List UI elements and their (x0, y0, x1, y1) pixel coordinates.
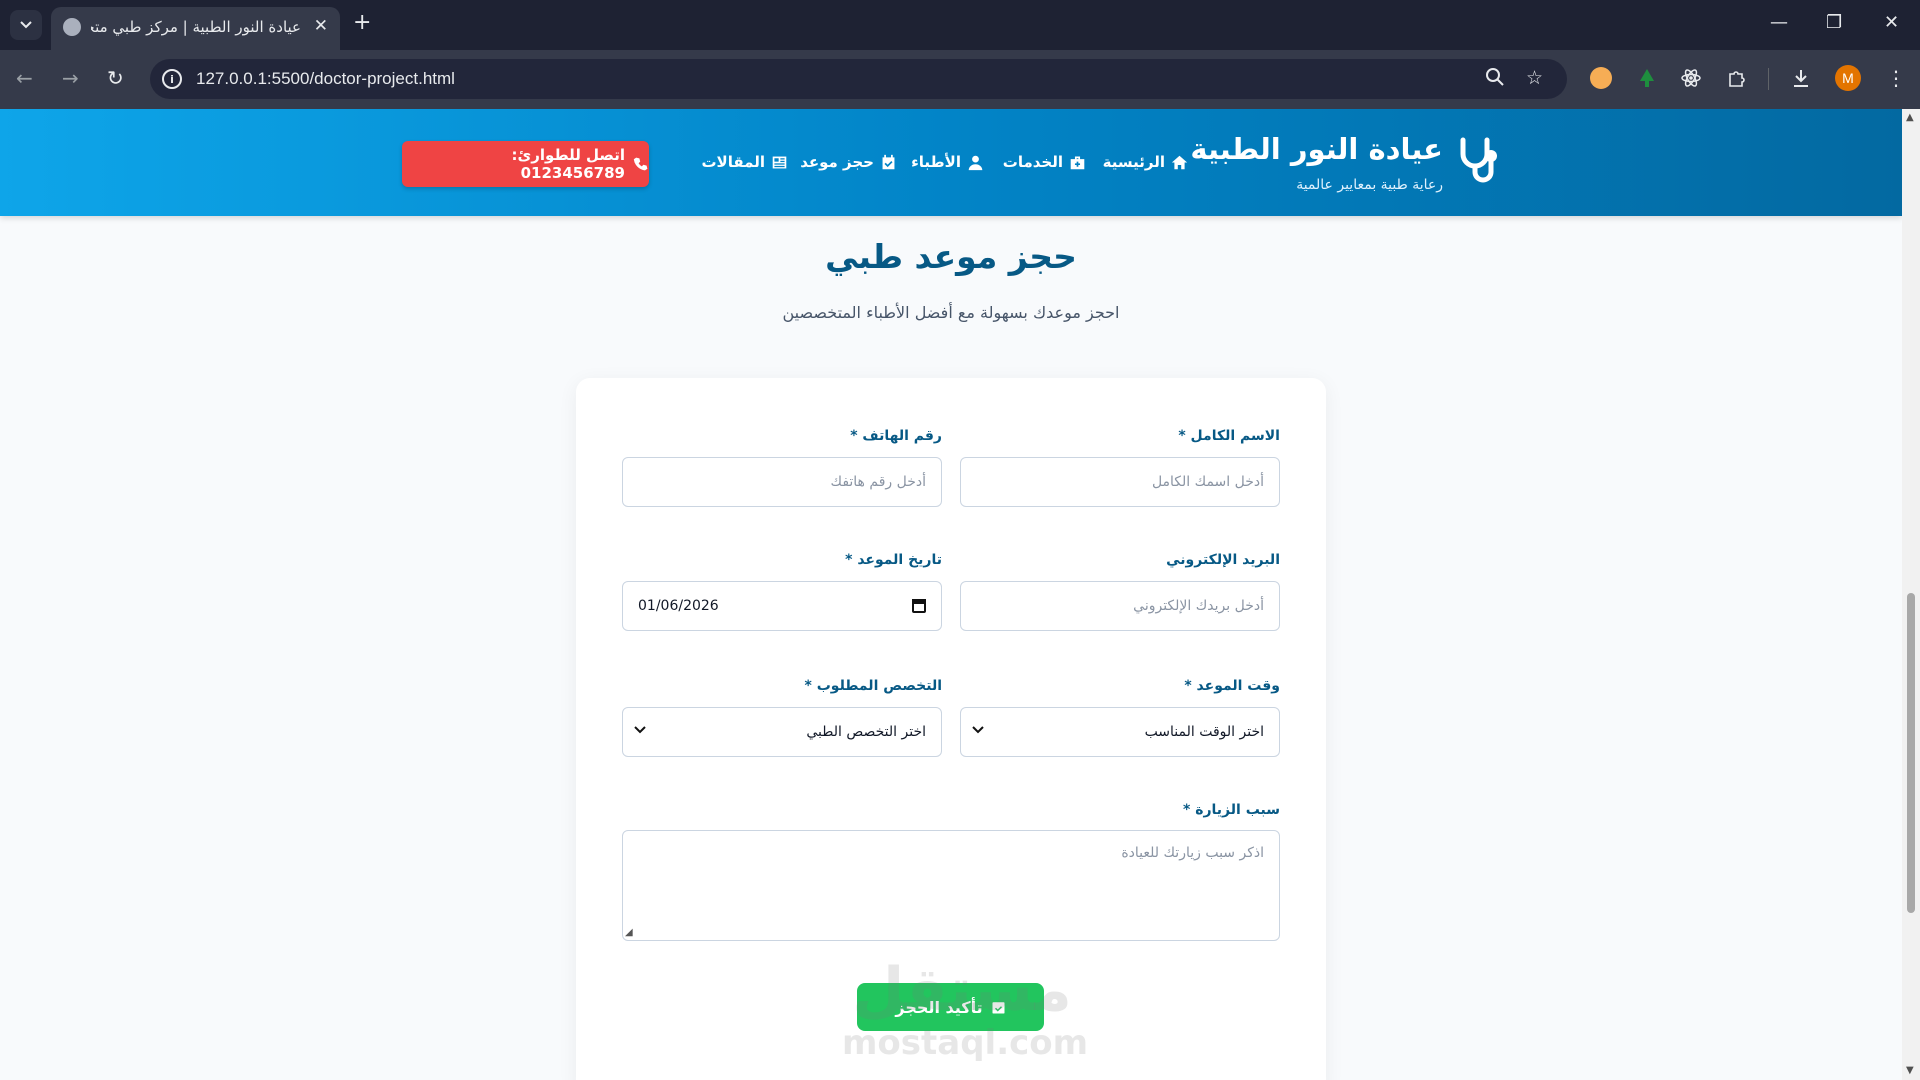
nav-home[interactable]: الرئيسية (1103, 153, 1188, 171)
browser-tab-bar: عيادة النور الطبية | مركز طبي متخصص ✕ + … (0, 0, 1920, 50)
back-arrow-icon[interactable]: ← (16, 66, 33, 90)
time-select-value: اختر الوقت المناسب (1144, 724, 1264, 740)
email-label: البريد الإلكتروني (1166, 552, 1280, 568)
minimize-icon[interactable]: — (1770, 12, 1788, 33)
reason-textarea[interactable]: اذكر سبب زيارتك للعيادة ◢ (622, 830, 1280, 941)
tab-search-button[interactable] (10, 10, 42, 40)
date-value: 01/06/2026 (638, 598, 719, 614)
email-input[interactable]: أدخل بريدك الإلكتروني (960, 581, 1280, 631)
page-title: حجز موعد طبي (825, 237, 1077, 276)
specialty-label: التخصص المطلوب * (804, 678, 942, 694)
close-window-icon[interactable]: ✕ (1884, 12, 1899, 33)
address-bar[interactable]: i 127.0.0.1:5500/doctor-project.html ☆ (150, 59, 1567, 99)
calendar-check-icon (992, 1001, 1005, 1013)
emergency-label: اتصل للطوارئ: 0123456789 (511, 146, 625, 182)
scroll-down-icon[interactable]: ▼ (1906, 1065, 1914, 1076)
specialty-select-value: اختر التخصص الطبي (806, 724, 926, 740)
medical-kit-icon (1070, 156, 1085, 169)
doctor-icon (968, 155, 983, 170)
tab-title: عيادة النور الطبية | مركز طبي متخصص (91, 18, 301, 36)
date-label: تاريخ الموعد * (845, 552, 942, 568)
new-tab-icon[interactable]: + (353, 11, 371, 35)
chevron-down-icon (20, 21, 32, 29)
phone-input[interactable]: أدخل رقم هاتفك (622, 457, 942, 507)
scrollbar-thumb[interactable] (1907, 593, 1915, 913)
nav-articles[interactable]: المقالات (701, 153, 788, 171)
close-tab-icon[interactable]: ✕ (314, 16, 328, 36)
nav-articles-label: المقالات (701, 153, 765, 171)
page-viewport: عيادة النور الطبية رعاية طبية بمعايير عا… (0, 109, 1902, 1080)
extension-tree-icon[interactable] (1636, 67, 1658, 89)
resize-handle-icon[interactable]: ◢ (625, 927, 633, 938)
reason-label: سبب الزيارة * (1183, 802, 1280, 818)
calendar-check-icon (882, 154, 895, 169)
reason-placeholder: اذكر سبب زيارتك للعيادة (1121, 845, 1264, 861)
restore-icon[interactable]: ❐ (1826, 12, 1842, 33)
specialty-select[interactable]: اختر التخصص الطبي (622, 707, 942, 757)
browser-menu-icon[interactable]: ⋮ (1886, 67, 1908, 89)
full-name-label: الاسم الكامل * (1178, 428, 1280, 444)
nav-services-label: الخدمات (1002, 153, 1063, 171)
toolbar-separator (1768, 68, 1769, 90)
date-input[interactable]: 01/06/2026 (622, 581, 942, 631)
calendar-picker-icon[interactable] (912, 599, 926, 613)
newspaper-icon (772, 156, 787, 168)
extensions-puzzle-icon[interactable] (1726, 67, 1748, 89)
download-icon[interactable] (1790, 67, 1812, 89)
phone-icon (633, 157, 648, 171)
forward-arrow-icon[interactable]: → (62, 66, 79, 90)
react-devtools-icon[interactable] (1680, 67, 1702, 89)
phone-label: رقم الهاتف * (850, 428, 942, 444)
chevron-down-icon (634, 726, 646, 734)
brand-name[interactable]: عيادة النور الطبية (1190, 132, 1443, 166)
extension-orange-icon[interactable] (1590, 67, 1612, 89)
zoom-icon[interactable] (1485, 67, 1505, 92)
brand-tagline: رعاية طبية بمعايير عالمية (1296, 177, 1443, 193)
nav-booking-label: حجز موعد (800, 153, 874, 171)
scroll-up-icon[interactable]: ▲ (1906, 112, 1914, 123)
nav-services[interactable]: الخدمات (1003, 153, 1086, 171)
confirm-booking-button[interactable]: تأكيد الحجز (857, 983, 1044, 1031)
browser-toolbar: ← → ↻ i 127.0.0.1:5500/doctor-project.ht… (0, 50, 1920, 109)
nav-home-label: الرئيسية (1102, 153, 1165, 171)
nav-booking[interactable]: حجز موعد (800, 153, 897, 171)
page-scrollbar[interactable]: ▲ ▼ (1902, 109, 1920, 1080)
reload-icon[interactable]: ↻ (107, 66, 124, 90)
confirm-booking-label: تأكيد الحجز (895, 997, 983, 1017)
nav-doctors-label: الأطباء (911, 153, 961, 171)
stethoscope-logo-icon (1460, 137, 1497, 183)
emergency-call-button[interactable]: اتصل للطوارئ: 0123456789 (402, 141, 649, 187)
booking-form: الاسم الكامل * أدخل اسمك الكامل رقم الها… (576, 378, 1326, 1080)
full-name-input[interactable]: أدخل اسمك الكامل (960, 457, 1280, 507)
time-label: وقت الموعد * (1184, 678, 1280, 694)
browser-tab-active[interactable]: عيادة النور الطبية | مركز طبي متخصص ✕ (51, 7, 340, 50)
chevron-down-icon (972, 726, 984, 734)
url-text[interactable]: 127.0.0.1:5500/doctor-project.html (196, 69, 455, 89)
page-subtitle: احجز موعدك بسهولة مع أفضل الأطباء المتخص… (782, 303, 1120, 322)
globe-icon (63, 18, 81, 36)
site-header: عيادة النور الطبية رعاية طبية بمعايير عا… (0, 109, 1902, 216)
nav-doctors[interactable]: الأطباء (911, 153, 984, 171)
home-icon (1171, 155, 1188, 169)
bookmark-star-icon[interactable]: ☆ (1526, 67, 1543, 89)
site-info-icon[interactable]: i (162, 69, 182, 89)
profile-avatar[interactable]: M (1835, 65, 1861, 91)
time-select[interactable]: اختر الوقت المناسب (960, 707, 1280, 757)
